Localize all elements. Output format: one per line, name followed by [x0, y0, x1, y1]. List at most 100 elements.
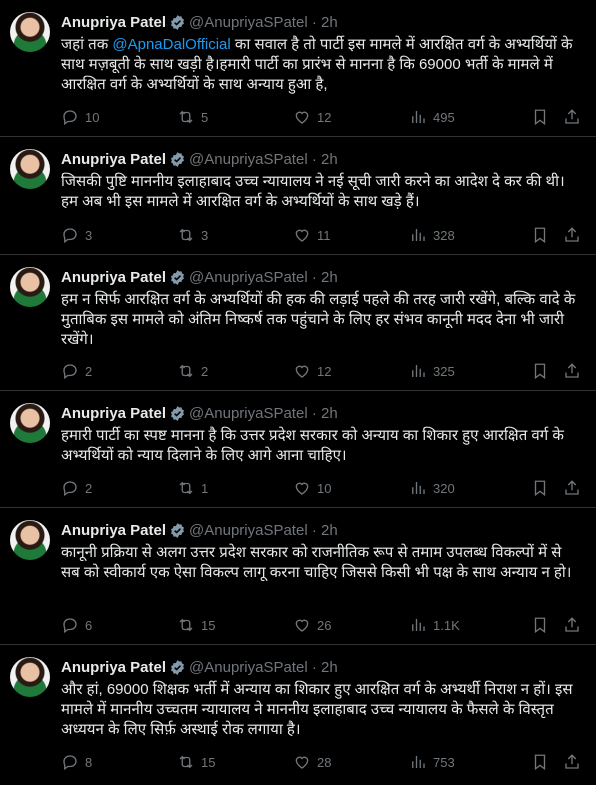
like-button[interactable]: 12 [293, 362, 331, 380]
tweet-actions: 6 15 26 1.1K [61, 615, 584, 635]
mention-link[interactable]: @ApnaDalOfficial [112, 36, 230, 53]
tweet[interactable]: Anupriya Patel @AnupriyaSPatel · 2h कानू… [0, 508, 596, 645]
views-button[interactable]: 328 [409, 226, 455, 244]
bookmark-button[interactable] [531, 479, 549, 497]
views-chart-icon [412, 619, 425, 631]
tweet-thread: Anupriya Patel @AnupriyaSPatel · 2h जहां… [0, 0, 596, 785]
reply-icon [63, 364, 77, 380]
tweet-text: और हां, 69000 शिक्षक भर्ती में अन्याय का… [61, 681, 573, 738]
reply-button[interactable]: 8 [61, 753, 92, 771]
avatar[interactable] [10, 520, 50, 560]
author-name[interactable]: Anupriya Patel [61, 269, 166, 286]
tweet-content: Anupriya Patel @AnupriyaSPatel · 2h हमार… [61, 402, 584, 466]
like-button[interactable]: 10 [293, 479, 331, 497]
bookmark-button[interactable] [531, 108, 549, 126]
share-button[interactable] [563, 108, 581, 126]
retweet-icon [179, 110, 193, 124]
author-handle[interactable]: @AnupriyaSPatel [189, 269, 308, 286]
reply-icon [63, 755, 77, 771]
views-button[interactable]: 495 [409, 108, 455, 126]
view-count: 1.1K [433, 617, 460, 633]
reply-button[interactable]: 3 [61, 226, 92, 244]
retweet-button[interactable]: 15 [177, 616, 215, 634]
like-button[interactable]: 11 [293, 226, 331, 244]
bookmark-icon [534, 480, 546, 497]
retweet-button[interactable]: 15 [177, 753, 215, 771]
tweet-content: Anupriya Patel @AnupriyaSPatel · 2h जहां… [61, 11, 584, 95]
views-button[interactable]: 1.1K [409, 616, 460, 634]
author-name[interactable]: Anupriya Patel [61, 405, 166, 422]
author-handle[interactable]: @AnupriyaSPatel [189, 522, 308, 539]
author-handle[interactable]: @AnupriyaSPatel [189, 151, 308, 168]
like-button[interactable]: 12 [293, 108, 331, 126]
tweet-actions: 8 15 28 753 [61, 752, 584, 772]
retweet-button[interactable]: 1 [177, 479, 208, 497]
tweet[interactable]: Anupriya Patel @AnupriyaSPatel · 2h हम न… [0, 255, 596, 391]
views-button[interactable]: 320 [409, 479, 455, 497]
verified-badge-icon [171, 405, 184, 421]
like-count: 28 [317, 754, 332, 770]
retweet-icon [179, 228, 193, 242]
author-handle[interactable]: @AnupriyaSPatel [189, 14, 308, 31]
avatar[interactable] [10, 657, 50, 697]
avatar[interactable] [10, 403, 50, 443]
views-button[interactable]: 753 [409, 753, 455, 771]
author-name[interactable]: Anupriya Patel [61, 151, 166, 168]
views-button[interactable]: 325 [409, 362, 455, 380]
views-chart-icon [412, 111, 425, 123]
avatar[interactable] [10, 12, 50, 52]
tweet-time[interactable]: 2h [321, 522, 338, 539]
share-icon [565, 227, 579, 242]
retweet-button[interactable]: 5 [177, 108, 208, 126]
avatar[interactable] [10, 267, 50, 307]
bookmark-button[interactable] [531, 753, 549, 771]
tweet-text: हम न सिर्फ आरक्षित वर्ग के अभ्यर्थियों क… [61, 291, 576, 348]
share-button[interactable] [563, 226, 581, 244]
like-button[interactable]: 26 [293, 616, 331, 634]
reply-icon [63, 481, 77, 497]
heart-icon [295, 365, 309, 378]
retweet-count: 15 [201, 617, 216, 633]
separator-dot: · [307, 404, 321, 422]
retweet-icon [179, 364, 193, 378]
author-handle[interactable]: @AnupriyaSPatel [189, 659, 308, 676]
share-button[interactable] [563, 362, 581, 380]
bookmark-button[interactable] [531, 226, 549, 244]
bookmark-button[interactable] [531, 616, 549, 634]
tweet-text-part: जहां तक [61, 36, 113, 53]
share-button[interactable] [563, 479, 581, 497]
like-button[interactable]: 28 [293, 753, 331, 771]
retweet-button[interactable]: 2 [177, 362, 208, 380]
separator-dot: · [307, 521, 321, 539]
reply-count: 2 [85, 480, 93, 496]
author-name[interactable]: Anupriya Patel [61, 522, 166, 539]
reply-button[interactable]: 2 [61, 479, 92, 497]
tweet[interactable]: Anupriya Patel @AnupriyaSPatel · 2h जहां… [0, 0, 596, 137]
avatar[interactable] [10, 149, 50, 189]
tweet[interactable]: Anupriya Patel @AnupriyaSPatel · 2h और ह… [0, 645, 596, 785]
reply-icon [63, 228, 77, 244]
reply-count: 8 [85, 754, 93, 770]
tweet-content: Anupriya Patel @AnupriyaSPatel · 2h कानू… [61, 519, 584, 583]
tweet[interactable]: Anupriya Patel @AnupriyaSPatel · 2h जिसक… [0, 137, 596, 255]
tweet-time[interactable]: 2h [321, 151, 338, 168]
reply-count: 6 [85, 617, 93, 633]
author-name[interactable]: Anupriya Patel [61, 659, 166, 676]
tweet-time[interactable]: 2h [321, 269, 338, 286]
share-button[interactable] [563, 616, 581, 634]
reply-icon [63, 110, 77, 126]
reply-button[interactable]: 10 [61, 108, 99, 126]
reply-button[interactable]: 6 [61, 616, 92, 634]
bookmark-button[interactable] [531, 362, 549, 380]
author-handle[interactable]: @AnupriyaSPatel [189, 405, 308, 422]
share-icon [565, 617, 579, 632]
share-icon [565, 109, 579, 124]
share-button[interactable] [563, 753, 581, 771]
tweet-time[interactable]: 2h [321, 405, 338, 422]
tweet-time[interactable]: 2h [321, 659, 338, 676]
tweet[interactable]: Anupriya Patel @AnupriyaSPatel · 2h हमार… [0, 391, 596, 508]
tweet-time[interactable]: 2h [321, 14, 338, 31]
reply-button[interactable]: 2 [61, 362, 92, 380]
author-name[interactable]: Anupriya Patel [61, 14, 166, 31]
retweet-button[interactable]: 3 [177, 226, 208, 244]
